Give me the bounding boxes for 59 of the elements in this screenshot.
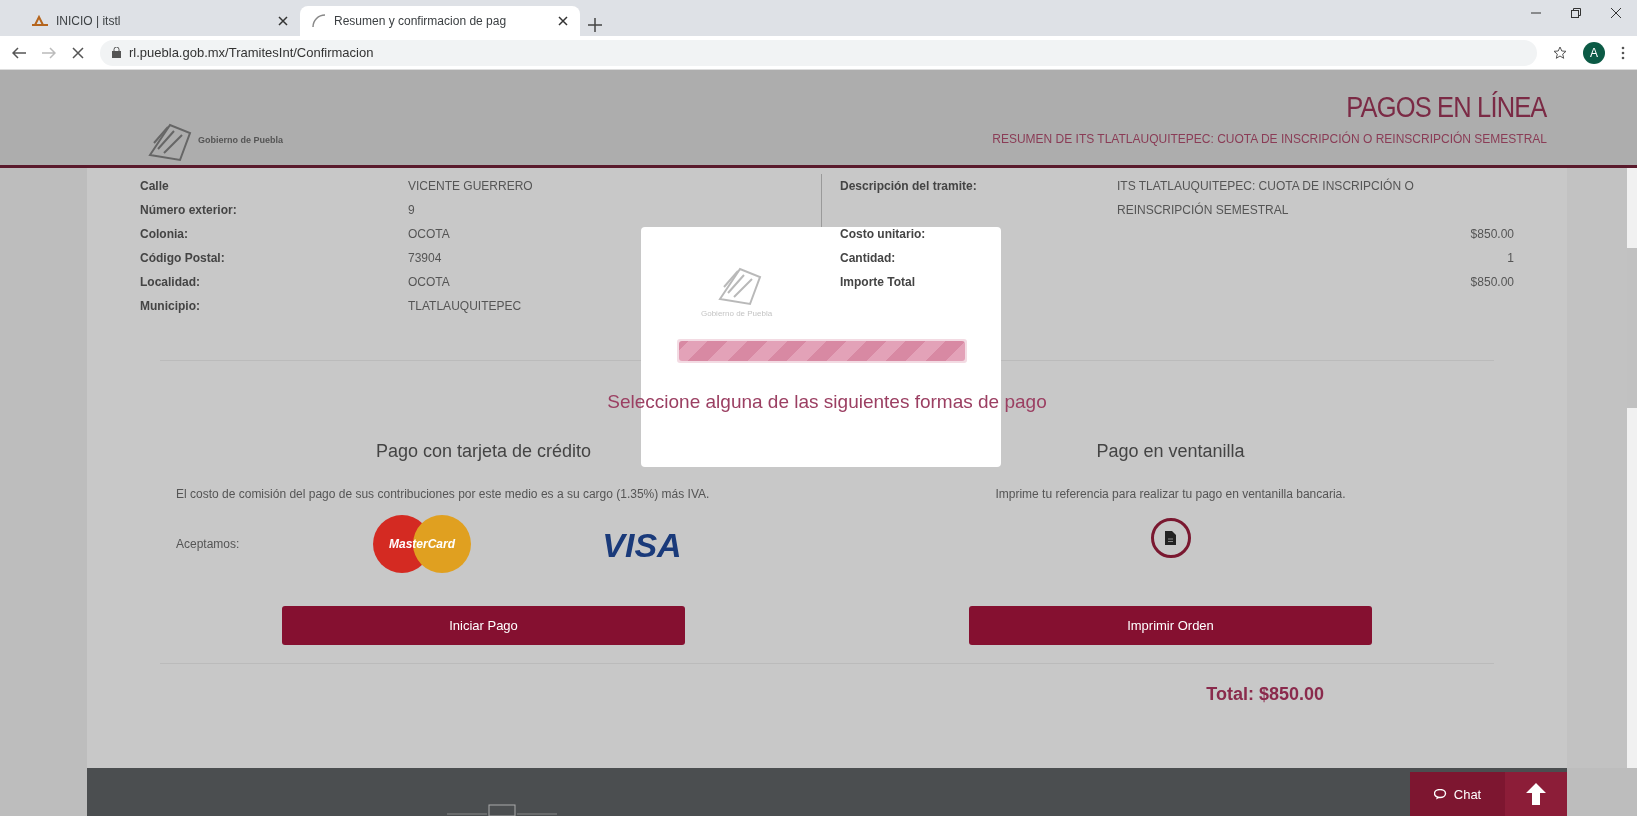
field-value: TLATLAUQUITEPEC — [408, 299, 523, 313]
up-arrow-icon — [1526, 783, 1546, 805]
field-value: 9 — [408, 203, 416, 217]
lock-icon — [112, 47, 121, 58]
scrollbar-thumb[interactable] — [1627, 248, 1637, 408]
stop-loading-icon[interactable] — [72, 46, 84, 59]
field-label: Número exterior: — [140, 203, 238, 217]
page-title: PAGOS EN LÍNEA — [1346, 89, 1547, 124]
field-label: Costo unitario: — [840, 226, 927, 243]
close-icon[interactable] — [558, 16, 568, 26]
scroll-to-top-button[interactable] — [1505, 772, 1567, 816]
logo-text: Gobierno de Puebla — [198, 135, 283, 145]
visa-logo: VISA — [594, 526, 690, 562]
restore-icon[interactable] — [1571, 8, 1581, 18]
total-amount: Total: $850.00 — [1206, 684, 1324, 705]
browser-tab[interactable]: INICIO | itstl — [20, 6, 300, 36]
star-icon[interactable] — [1553, 45, 1567, 60]
amount-value: $850.00 — [1469, 274, 1514, 291]
browser-tab[interactable]: Resumen y confirmacion de pag — [300, 6, 580, 36]
close-icon[interactable] — [1611, 8, 1621, 18]
url-text: rl.puebla.gob.mx/TramitesInt/Confirmacion — [129, 45, 374, 60]
start-payment-button[interactable]: Iniciar Pago — [282, 606, 685, 645]
new-tab-icon[interactable] — [588, 18, 602, 32]
loading-spinner-icon — [312, 14, 326, 28]
field-label: Localidad: — [140, 275, 201, 289]
section-heading: Seleccione alguna de las siguientes formas de pago — [606, 390, 1048, 414]
accept-label: Aceptamos: — [176, 537, 241, 551]
amount-value: $850.00 — [1469, 226, 1514, 243]
field-label: Cantidad: — [840, 250, 897, 267]
field-value: OCOTA — [408, 227, 451, 241]
address-bar[interactable]: rl.puebla.gob.mx/TramitesInt/Confirmacion — [100, 39, 1537, 66]
profile-avatar[interactable]: A — [1583, 41, 1605, 64]
favicon-icon — [32, 15, 48, 27]
menu-icon[interactable] — [1621, 45, 1625, 60]
document-button[interactable] — [1150, 518, 1191, 558]
field-label: Calle — [140, 179, 170, 193]
chat-bubbles-icon — [1433, 788, 1448, 800]
document-icon — [1165, 531, 1176, 545]
commission-text: El costo de comisión del pago de sus contribuciones por este medio es a su cargo (1.35%) más IVA. — [176, 486, 711, 503]
print-reference-text: Imprime tu referencia para realizar tu pago en ventanilla bancaria. — [995, 486, 1346, 503]
field-value: ITS TLATLAUQUITEPEC: CUOTA DE INSCRIPCIÓN O REINSCRIPCIÓN SEMESTRAL — [1117, 177, 1415, 219]
footer-logo-icon — [447, 804, 557, 816]
field-value: OCOTA — [408, 275, 451, 289]
field-label: Descripción del tramite: — [840, 178, 978, 195]
field-value: 73904 — [408, 251, 443, 265]
back-arrow-icon[interactable] — [12, 46, 26, 59]
field-label: Municipio: — [140, 299, 201, 313]
close-icon[interactable] — [278, 16, 288, 26]
field-label: Importe Total — [840, 274, 917, 291]
field-label: Código Postal: — [140, 251, 226, 265]
amount-value: 1 — [1506, 250, 1514, 267]
field-label: Colonia: — [140, 227, 189, 241]
field-value: VICENTE GUERRERO — [408, 179, 534, 193]
page-subtitle: RESUMEN DE ITS TLATLAUQUITEPEC: CUOTA DE INSCRIPCIÓN O REINSCRIPCIÓN SEMESTRAL — [992, 131, 1547, 146]
mastercard-logo: MasterCard — [372, 515, 472, 573]
chat-button[interactable]: Chat — [1410, 772, 1505, 816]
print-order-button[interactable]: Imprimir Orden — [969, 606, 1372, 645]
section-title: Pago en ventanilla — [1096, 441, 1245, 462]
section-title: Pago con tarjeta de crédito — [375, 441, 592, 462]
